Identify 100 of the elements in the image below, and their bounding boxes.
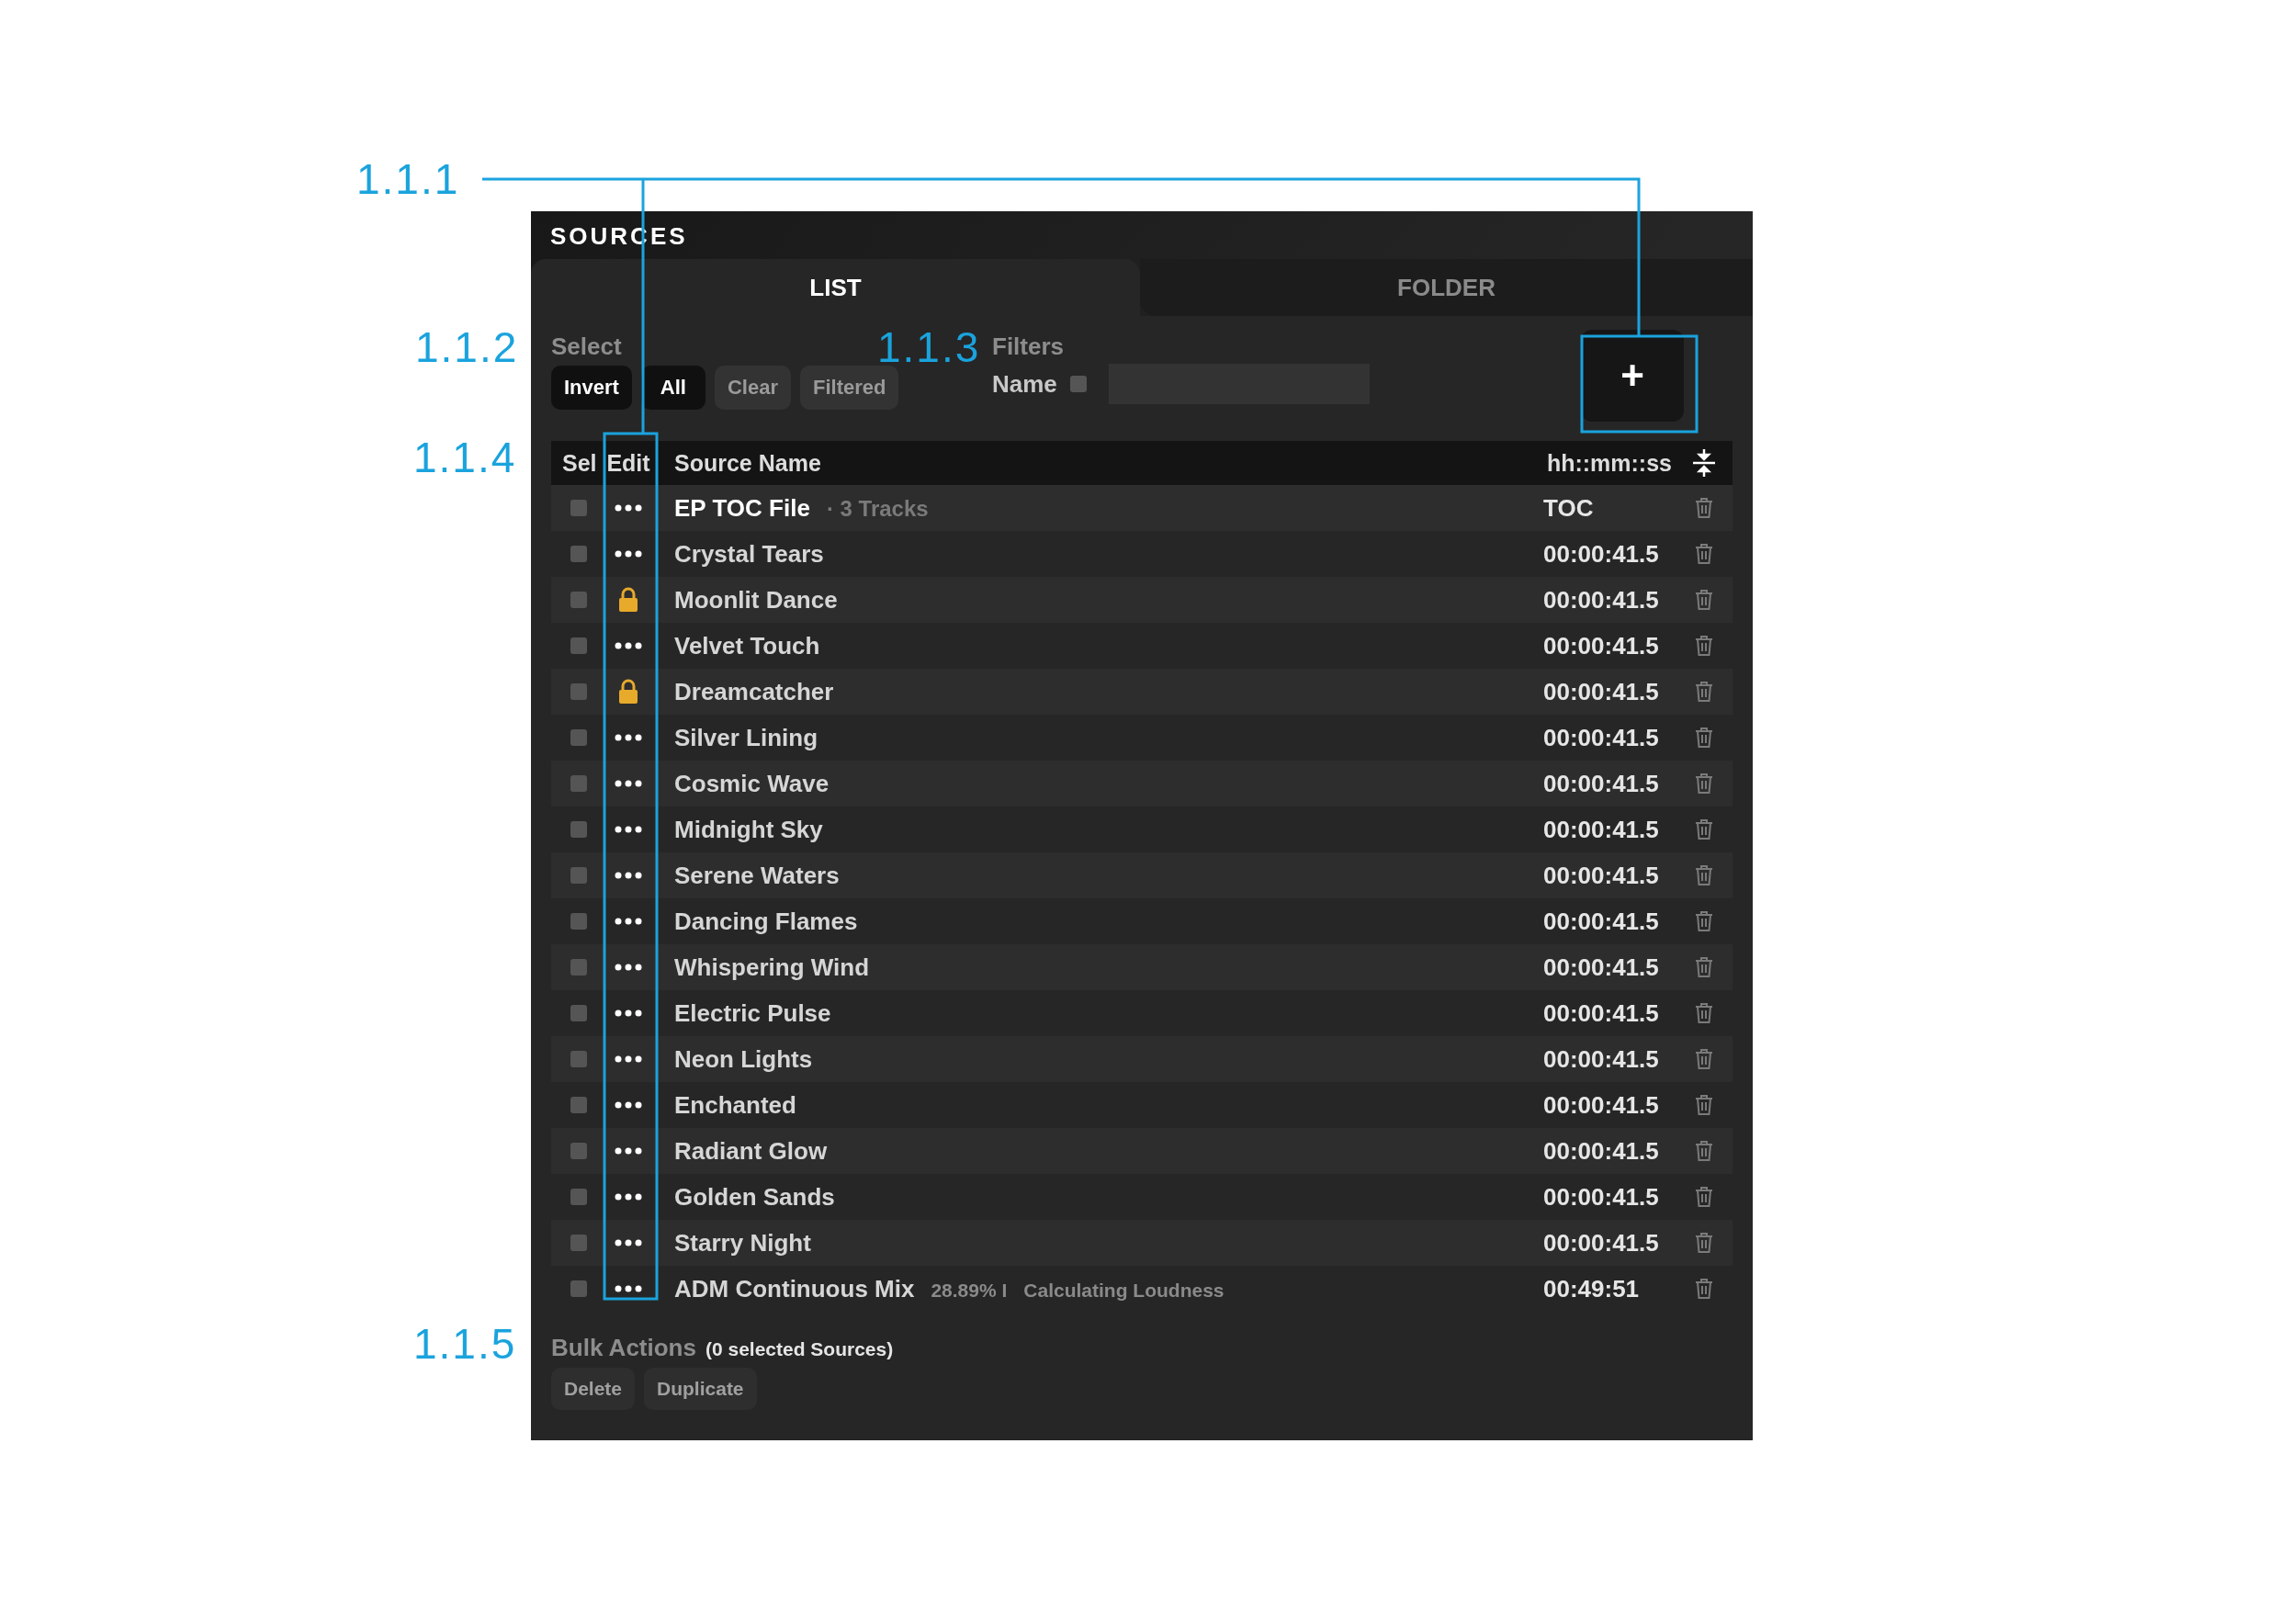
checkbox[interactable] <box>570 821 587 838</box>
duration: 00:00:41.5 <box>1543 861 1659 889</box>
duration: 00:00:41.5 <box>1543 631 1659 660</box>
trash-icon[interactable] <box>1694 635 1714 657</box>
tab[interactable]: LIST <box>531 259 1140 316</box>
trash-icon[interactable] <box>1694 1186 1714 1208</box>
source-name: Radiant Glow <box>674 1136 828 1166</box>
trash-icon[interactable] <box>1694 1048 1714 1070</box>
track-count: · 3 Tracks <box>826 495 929 522</box>
checkbox[interactable] <box>570 959 587 976</box>
source-name: Silver Lining <box>674 723 818 752</box>
duration: 00:00:41.5 <box>1543 907 1659 935</box>
select-button[interactable]: Filtered <box>799 366 899 410</box>
bulk-button[interactable]: Duplicate <box>644 1368 757 1410</box>
source-name: Starry Night <box>674 1228 811 1257</box>
more-icon[interactable] <box>615 918 642 925</box>
selection-count: (0 selected Sources) <box>705 1338 894 1360</box>
trash-icon[interactable] <box>1694 818 1714 840</box>
checkbox[interactable] <box>570 637 587 654</box>
trash-icon[interactable] <box>1694 543 1714 565</box>
more-icon[interactable] <box>615 1009 642 1017</box>
checkbox[interactable] <box>570 1189 587 1205</box>
more-icon[interactable] <box>615 964 642 971</box>
lock-icon[interactable] <box>617 587 639 613</box>
trash-icon[interactable] <box>1694 1232 1714 1254</box>
trash-icon[interactable] <box>1694 864 1714 886</box>
lock-icon[interactable] <box>617 679 639 705</box>
checkbox[interactable] <box>570 683 587 700</box>
more-icon[interactable] <box>615 642 642 649</box>
more-icon[interactable] <box>615 734 642 741</box>
source-name: Dreamcatcher <box>674 677 834 706</box>
checkbox[interactable] <box>570 913 587 930</box>
section-label: Select <box>551 333 622 362</box>
column-header: Edit <box>605 449 651 477</box>
more-icon[interactable] <box>615 1285 642 1292</box>
checkbox[interactable] <box>570 546 587 562</box>
more-icon[interactable] <box>615 780 642 787</box>
callout-label: 1.1.2 <box>415 326 519 368</box>
more-icon[interactable] <box>615 1055 642 1063</box>
more-icon[interactable] <box>615 826 642 833</box>
trash-icon[interactable] <box>1694 956 1714 978</box>
trash-icon[interactable] <box>1694 910 1714 932</box>
source-name: Midnight Sky <box>674 815 823 844</box>
duration: 00:00:41.5 <box>1543 677 1659 705</box>
section-label: Filters <box>992 333 1065 362</box>
trash-icon[interactable] <box>1694 1140 1714 1162</box>
trash-icon[interactable] <box>1694 497 1714 519</box>
collapse-icon[interactable] <box>1692 448 1716 478</box>
checkbox[interactable] <box>570 775 587 792</box>
source-name: Serene Waters <box>674 861 840 890</box>
trash-icon[interactable] <box>1694 1002 1714 1024</box>
more-icon[interactable] <box>615 1101 642 1109</box>
checkbox[interactable] <box>570 1097 587 1113</box>
trash-icon[interactable] <box>1694 1094 1714 1116</box>
source-name: Velvet Touch <box>674 631 820 660</box>
duration: 00:00:41.5 <box>1543 1228 1659 1257</box>
more-icon[interactable] <box>615 1193 642 1201</box>
source-name: Moonlit Dance <box>674 585 838 615</box>
source-name: Cosmic Wave <box>674 769 830 798</box>
source-name: Neon Lights <box>674 1044 813 1074</box>
tab[interactable]: FOLDER <box>1140 259 1753 316</box>
bulk-button[interactable]: Delete <box>551 1368 636 1410</box>
checkbox[interactable] <box>570 1005 587 1021</box>
more-icon[interactable] <box>615 504 642 512</box>
checkbox[interactable] <box>570 592 587 608</box>
checkbox[interactable] <box>570 1280 587 1297</box>
more-icon[interactable] <box>615 550 642 558</box>
column-header: hh::mm::ss <box>1545 449 1673 477</box>
select-button[interactable]: Clear <box>714 366 791 410</box>
more-icon[interactable] <box>615 872 642 879</box>
source-name: EP TOC File <box>674 493 810 523</box>
source-name: Dancing Flames <box>674 907 858 936</box>
duration: 00:00:41.5 <box>1543 1044 1659 1073</box>
trash-icon[interactable] <box>1694 727 1714 749</box>
more-icon[interactable] <box>615 1239 642 1246</box>
source-name: Crystal Tears <box>674 539 824 569</box>
add-button[interactable]: + <box>1581 330 1684 422</box>
select-button[interactable]: All <box>640 366 705 410</box>
trash-icon[interactable] <box>1694 681 1714 703</box>
more-icon[interactable] <box>615 1147 642 1155</box>
checkbox[interactable] <box>570 1143 587 1159</box>
source-name: ADM Continuous Mix <box>674 1274 915 1303</box>
trash-icon[interactable] <box>1694 773 1714 795</box>
trash-icon[interactable] <box>1694 589 1714 611</box>
duration: 00:00:41.5 <box>1543 1090 1659 1119</box>
duration: 00:49:51 <box>1543 1274 1640 1303</box>
checkbox[interactable] <box>570 1235 587 1251</box>
checkbox[interactable] <box>1069 376 1087 392</box>
trash-icon[interactable] <box>1694 1278 1714 1300</box>
checkbox[interactable] <box>570 1051 587 1067</box>
duration: 00:00:41.5 <box>1543 815 1659 843</box>
duration: 00:00:41.5 <box>1543 998 1659 1027</box>
callout-label: 1.1.1 <box>356 158 460 200</box>
status-text: Calculating Loudness <box>1023 1279 1225 1302</box>
select-button[interactable]: Invert <box>551 366 632 410</box>
checkbox[interactable] <box>570 867 587 884</box>
duration: 00:00:41.5 <box>1543 1136 1659 1165</box>
checkbox[interactable] <box>570 500 587 516</box>
checkbox[interactable] <box>570 729 587 746</box>
column-header: Source Name <box>673 449 822 477</box>
